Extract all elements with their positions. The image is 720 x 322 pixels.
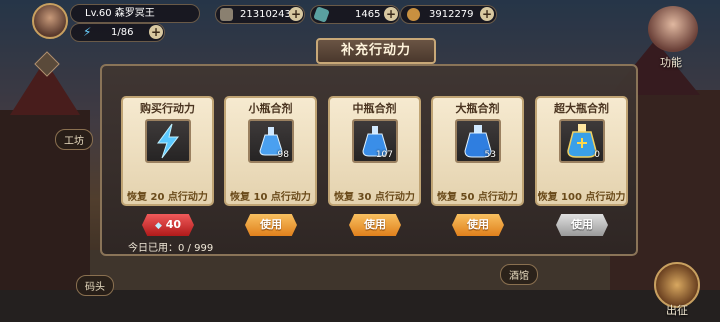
add-gem-button[interactable]: + [384,7,398,21]
coin-icon [407,8,420,21]
buy-price: 40 [165,218,182,231]
player-level-label: Lv.60 森罗冥王 [85,8,155,19]
item-slot [145,119,191,163]
card-effect: 恢复 10 点行动力 [230,192,311,203]
card-name: 大瓶合剂 [455,102,500,115]
player-avatar[interactable] [32,3,68,39]
item-count: 0 [594,150,600,160]
card-name: 购买行动力 [140,102,195,115]
card-name: 超大瓶合剂 [554,102,609,115]
card-effect: 恢复 100 点行动力 [537,192,626,203]
lightning-icon [157,123,180,159]
use-large-potion-button[interactable]: 使用 [452,214,504,236]
workshop-label[interactable]: 工坊 [55,129,93,150]
small-potion-card[interactable]: 小瓶合剂 98 恢复 10 点行动力 [224,96,317,206]
item-slot: 53 [455,119,501,163]
use-medium-potion-button[interactable]: 使用 [349,214,401,236]
coin-resource: 3912279 + [400,5,497,24]
function-menu-button[interactable]: 功能 [660,54,682,70]
gem-resource: 1465 + [310,5,400,24]
item-slot: 107 [352,119,398,163]
card-name: 小瓶合剂 [248,102,293,115]
player-level-name: Lv.60 森罗冥王 [70,4,200,23]
extra-large-potion-card[interactable]: 超大瓶合剂 0 恢复 100 点行动力 [535,96,628,206]
dialog-title: 补充行动力 [316,38,436,64]
use-extra-large-potion-button[interactable]: 使用 [556,214,608,236]
item-slot: 0 [559,119,605,163]
tavern-label[interactable]: 酒馆 [500,264,538,285]
item-slot: 98 [248,119,294,163]
energy-value: 1/86 [111,27,134,38]
energy-bar: ⚡ 1/86 + [70,23,165,42]
card-effect: 恢复 30 点行动力 [334,192,415,203]
coin-value: 3912279 [429,9,474,20]
gold-value: 21310243 [240,9,291,20]
energy-lightning-icon: ⚡ [83,25,92,39]
card-effect: 恢复 50 点行动力 [437,192,518,203]
buy-energy-button[interactable]: ◆ 40 [142,214,194,236]
card-name: 中瓶合剂 [352,102,397,115]
function-character-portrait[interactable] [648,6,698,52]
item-count: 53 [484,150,496,160]
dock-label[interactable]: 码头 [76,275,114,296]
deploy-button-label: 出征 [666,304,688,317]
gem-icon [313,6,330,23]
gem-value: 1465 [355,9,381,20]
gem-icon: ◆ [154,221,162,231]
large-potion-card[interactable]: 大瓶合剂 53 恢复 50 点行动力 [431,96,524,206]
use-small-potion-button[interactable]: 使用 [245,214,297,236]
gold-bar-icon [220,8,233,21]
item-count: 98 [277,150,289,160]
medium-potion-card[interactable]: 中瓶合剂 107 恢复 30 点行动力 [328,96,421,206]
add-energy-button[interactable]: + [149,25,163,39]
add-coin-button[interactable]: + [480,7,494,21]
card-effect: 恢复 20 点行动力 [127,192,208,203]
gold-resource: 21310243 + [215,5,305,24]
item-count: 107 [375,150,393,160]
add-gold-button[interactable]: + [289,7,303,21]
buy-energy-card[interactable]: 购买行动力 恢复 20 点行动力 [121,96,214,206]
daily-used-counter: 今日已用：0 / 999 [128,243,214,254]
